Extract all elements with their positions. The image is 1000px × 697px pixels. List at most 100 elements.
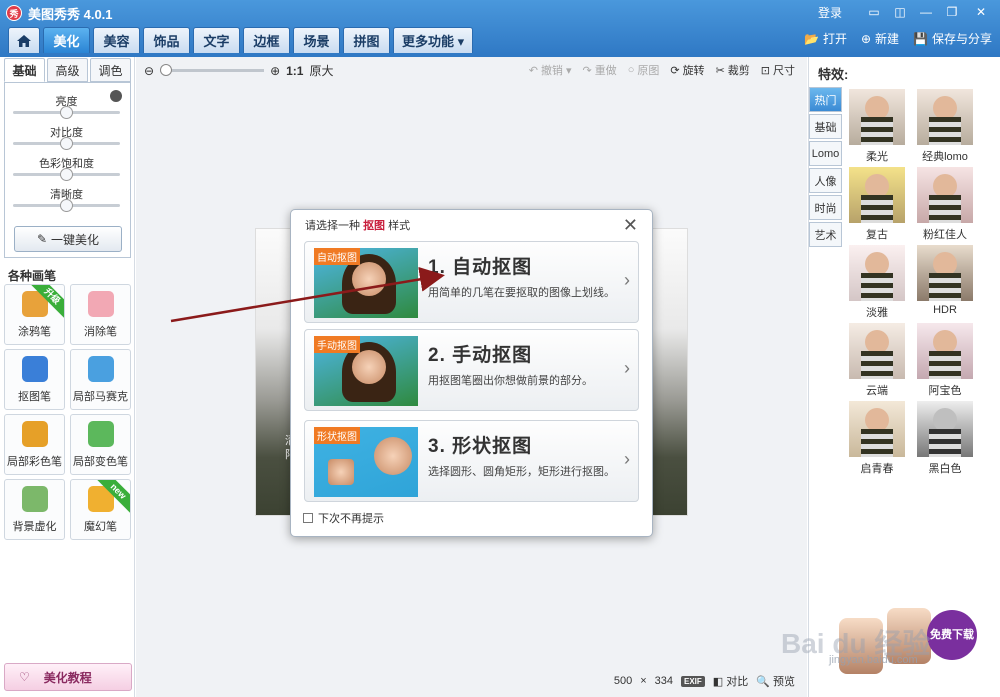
subtab-advanced[interactable]: 高级 (47, 58, 88, 82)
slider-knob[interactable] (60, 137, 73, 150)
app-logo-icon: 秀 (6, 5, 22, 21)
brush-cutout[interactable]: 抠图笔 (4, 349, 65, 410)
effect-thumbnail (849, 323, 905, 379)
option-shape-cutout[interactable]: 形状抠图 3. 形状抠图 选择圆形、圆角矩形，矩形进行抠图。 › (304, 420, 639, 502)
tab-makeup[interactable]: 美容 (93, 27, 140, 53)
free-download-badge[interactable]: 免费下载 (927, 610, 977, 660)
slider-knob[interactable] (60, 106, 73, 119)
watermark-url: jingyan.baidu.com (829, 654, 918, 666)
redo-button[interactable]: ↷ 重做 (582, 62, 616, 78)
exif-button[interactable]: EXIF (681, 675, 705, 687)
preview-label: 预览 (773, 676, 795, 688)
effect-pink-lady[interactable]: 粉红佳人 (917, 167, 973, 242)
option-manual-cutout[interactable]: 手动抠图 2. 手动抠图 用抠图笔圈出你想做前景的部分。 › (304, 329, 639, 411)
redo-label: 重做 (594, 65, 617, 77)
beautify-tutorial-button[interactable]: ♡ 美化教程 (4, 663, 132, 691)
tab-more-features[interactable]: 更多功能 ▾ (393, 27, 474, 53)
home-tab[interactable] (8, 27, 40, 53)
rotate-button[interactable]: ⟳ 旋转 (670, 62, 704, 78)
tab-accessories[interactable]: 饰品 (143, 27, 190, 53)
tab-beautify[interactable]: 美化 (43, 27, 90, 53)
brush-doodle[interactable]: 升级 涂鸦笔 (4, 284, 65, 345)
effect-retro[interactable]: 复古 (849, 167, 905, 242)
effect-thumbnail (849, 167, 905, 223)
open-button[interactable]: 📂 打开 (804, 30, 847, 47)
brush-label: 魔幻笔 (84, 521, 117, 533)
adjust-panel: 亮度 对比度 色彩饱和度 清晰度 ✎ 一键美化 (4, 82, 131, 258)
brush-eraser[interactable]: 消除笔 (70, 284, 131, 345)
one-key-beautify-button[interactable]: ✎ 一键美化 (14, 226, 122, 252)
effect-elegant[interactable]: 淡雅 (849, 245, 905, 320)
login-link[interactable]: 登录 (818, 4, 842, 21)
crop-button[interactable]: ✂ 裁剪 (716, 62, 750, 78)
new-button[interactable]: ⊕ 新建 (861, 30, 899, 47)
dialog-title-highlight: 抠图 (363, 220, 386, 232)
tab-frame[interactable]: 边框 (243, 27, 290, 53)
effect-youth[interactable]: 启青春 (849, 401, 905, 476)
effect-hdr[interactable]: HDR (917, 245, 973, 316)
original-image-button[interactable]: ○ 原图 (628, 62, 660, 78)
undo-button[interactable]: ↶ 撤销 ▾ (529, 62, 572, 78)
category-hot[interactable]: 热门 (809, 87, 842, 112)
option-title: 2. 手动抠图 (428, 345, 533, 366)
effect-cloud[interactable]: 云端 (849, 323, 905, 398)
option-tag: 自动抠图 (314, 248, 360, 265)
chevron-down-icon[interactable]: ▾ (566, 64, 572, 77)
open-label: 打开 (822, 32, 847, 46)
zoom-in-icon[interactable]: ⊕ (270, 64, 280, 78)
tab-text[interactable]: 文字 (193, 27, 240, 53)
dont-show-checkbox[interactable] (303, 513, 313, 523)
effect-abao-color[interactable]: 阿宝色 (917, 323, 973, 398)
saturation-slider[interactable]: 色彩饱和度 (13, 155, 120, 181)
zoom-ratio[interactable]: 1:1 (286, 64, 303, 78)
slider-knob[interactable] (60, 168, 73, 181)
zoom-bar: ⊖ ⊕ 1:1 原大 (144, 62, 333, 79)
contrast-slider[interactable]: 对比度 (13, 124, 120, 150)
category-art[interactable]: 艺术 (809, 222, 842, 247)
brush-local-color[interactable]: 局部彩色笔 (4, 414, 65, 475)
brush-magic[interactable]: new 魔幻笔 (70, 479, 131, 540)
save-share-button[interactable]: 💾 保存与分享 (913, 30, 992, 47)
brush-mosaic[interactable]: 局部马赛克 (70, 349, 131, 410)
skin-icon[interactable]: ◫ (890, 3, 910, 21)
brush-local-recolor[interactable]: 局部变色笔 (70, 414, 131, 475)
effect-thumbnail (917, 167, 973, 223)
option-tag: 手动抠图 (314, 336, 360, 353)
brush-background-blur[interactable]: 背景虚化 (4, 479, 65, 540)
window-controls: 登录 ▭ ◫ — ❐ ✕ (818, 3, 994, 21)
category-fashion[interactable]: 时尚 (809, 195, 842, 220)
original-size-button[interactable]: 原大 (309, 62, 333, 79)
effect-label: 启青春 (860, 463, 894, 475)
category-lomo[interactable]: Lomo (809, 141, 842, 166)
minimize-icon[interactable]: — (916, 3, 936, 21)
sharpness-slider[interactable]: 清晰度 (13, 186, 120, 212)
message-icon[interactable]: ▭ (864, 3, 884, 21)
original-label: 原图 (637, 65, 660, 77)
effect-thumbnail (849, 245, 905, 301)
compare-button[interactable]: ◧ 对比 (713, 673, 748, 689)
dialog-close-icon[interactable]: ✕ (623, 215, 638, 236)
category-portrait[interactable]: 人像 (809, 168, 842, 193)
download-ad-banner[interactable]: 免费下载 Bai du 经验 jingyan.baidu.com (781, 594, 996, 679)
maximize-icon[interactable]: ❐ (942, 3, 962, 21)
resize-button[interactable]: ⊡ 尺寸 (761, 62, 795, 78)
subtab-color[interactable]: 调色 (90, 58, 131, 82)
zoom-slider[interactable] (160, 64, 265, 76)
zoom-out-icon[interactable]: ⊖ (144, 64, 154, 78)
zoom-knob[interactable] (160, 64, 173, 76)
category-basic[interactable]: 基础 (809, 114, 842, 139)
subtab-basic[interactable]: 基础 (4, 58, 45, 82)
effect-soft-light[interactable]: 柔光 (849, 89, 905, 164)
effect-thumbnail (917, 401, 973, 457)
tab-scene[interactable]: 场景 (293, 27, 340, 53)
brightness-slider[interactable]: 亮度 (13, 93, 120, 119)
preview-button[interactable]: 🔍 预览 (756, 673, 795, 689)
dont-show-again[interactable]: 下次不再提示 (303, 510, 384, 526)
tab-collage[interactable]: 拼图 (343, 27, 390, 53)
option-auto-cutout[interactable]: 自动抠图 1. 自动抠图 用简单的几笔在要抠取的图像上划线。 › (304, 241, 639, 323)
option-tag: 形状抠图 (314, 427, 360, 444)
effect-classic-lomo[interactable]: 经典lomo (917, 89, 973, 164)
close-icon[interactable]: ✕ (968, 3, 994, 21)
slider-knob[interactable] (60, 199, 73, 212)
effect-black-white[interactable]: 黑白色 (917, 401, 973, 476)
